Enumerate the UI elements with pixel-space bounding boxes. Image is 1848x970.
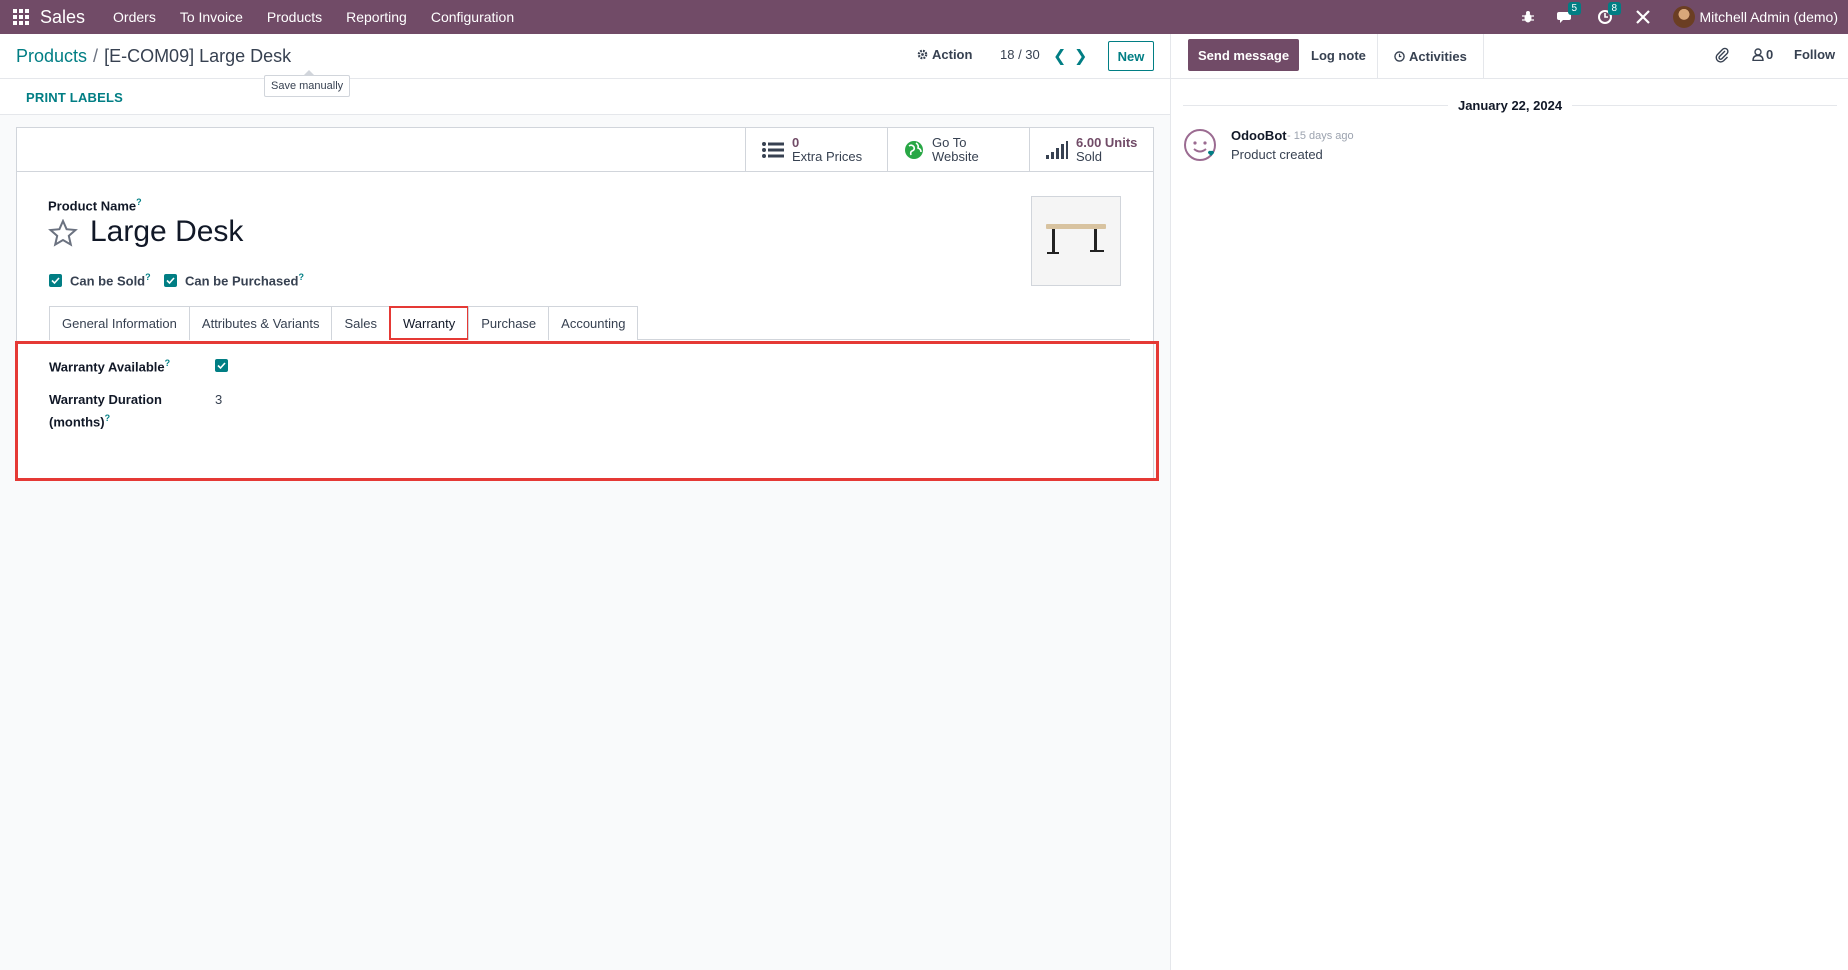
navbar-systray: 5 8 Mitchell Admin (demo) — [1521, 0, 1848, 34]
menu-products[interactable]: Products — [267, 9, 322, 25]
control-panel: Products / [E-COM09] Large Desk Action 18 … — [0, 34, 1170, 79]
pager-prev-icon[interactable]: ❮ — [1053, 46, 1066, 66]
activities-clock-icon[interactable]: 8 — [1597, 2, 1622, 25]
chatter-panel: Send message Log note Activities 0 Follo… — [1170, 34, 1848, 970]
odoobot-avatar[interactable] — [1183, 128, 1219, 167]
action-label: Action — [932, 47, 973, 62]
app-name[interactable]: Sales — [40, 7, 85, 28]
messages-icon[interactable]: 5 — [1556, 2, 1582, 25]
go-to-website-button[interactable]: Go To Website — [887, 128, 1029, 171]
extra-prices-label: Extra Prices — [792, 149, 863, 164]
warranty-available-label: Warranty Available? — [49, 358, 170, 374]
breadcrumb: Products / [E-COM09] Large Desk — [16, 46, 291, 67]
extra-prices-value: 0 — [792, 135, 800, 150]
favorite-star-icon[interactable] — [48, 218, 78, 250]
user-icon — [1752, 48, 1764, 61]
product-name-label: Product Name? — [48, 197, 142, 213]
can-be-purchased-row: Can be Purchased? — [164, 272, 304, 288]
log-note-button[interactable]: Log note — [1301, 39, 1376, 71]
warranty-available-checkbox[interactable] — [215, 359, 228, 372]
breadcrumb-products[interactable]: Products — [16, 46, 87, 66]
top-navbar: Sales Orders To Invoice Products Reporti… — [0, 0, 1848, 34]
message-time: - 15 days ago — [1287, 130, 1354, 142]
button-box: 0 Extra Prices Go To Website 6.00 Units … — [16, 127, 1154, 172]
help-mark[interactable]: ? — [105, 413, 111, 423]
messages-badge: 5 — [1567, 2, 1582, 15]
list-icon — [762, 141, 784, 158]
followers-button[interactable]: 0 — [1752, 47, 1773, 62]
chatter-topbar: Send message Log note Activities 0 Follo… — [1171, 34, 1848, 79]
globe-icon — [905, 140, 923, 159]
message-body: Product created — [1231, 147, 1323, 162]
send-message-button[interactable]: Send message — [1188, 39, 1300, 71]
help-mark[interactable]: ? — [165, 358, 171, 368]
message-author[interactable]: OdooBot — [1231, 128, 1287, 143]
paperclip-icon[interactable] — [1715, 47, 1729, 66]
help-mark[interactable]: ? — [298, 272, 304, 282]
help-mark[interactable]: ? — [136, 197, 142, 207]
save-manually-tooltip: Save manually — [264, 70, 351, 97]
sold-label: Sold — [1076, 149, 1103, 164]
tab-warranty[interactable]: Warranty — [388, 306, 470, 340]
menu-orders[interactable]: Orders — [113, 9, 156, 25]
pager-next-icon[interactable]: ❯ — [1074, 46, 1087, 66]
menu-to-invoice[interactable]: To Invoice — [180, 9, 243, 25]
print-labels-button[interactable]: PRINT LABELS — [26, 90, 123, 105]
warranty-duration-input[interactable]: 3 — [215, 392, 222, 407]
warranty-available-label-text: Warranty Available — [49, 359, 165, 375]
warranty-duration-label-line2: (months) — [49, 414, 105, 430]
pager-value[interactable]: 18 / 30 — [1000, 47, 1040, 62]
activities-badge: 8 — [1607, 2, 1622, 15]
form-statusbar: PRINT LABELS — [0, 79, 1170, 115]
can-be-sold-label-text: Can be Sold — [70, 273, 146, 289]
website-line2: Website — [932, 148, 979, 164]
can-be-sold-label: Can be Sold? — [70, 272, 151, 288]
sold-value: 6.00 Units — [1076, 135, 1138, 150]
can-be-purchased-label: Can be Purchased? — [185, 272, 304, 288]
tab-attributes-variants[interactable]: Attributes & Variants — [188, 306, 333, 340]
settings-tools-icon[interactable] — [1635, 9, 1651, 25]
activities-button[interactable]: Activities — [1377, 34, 1484, 79]
user-name[interactable]: Mitchell Admin (demo) — [1700, 9, 1839, 25]
website-line1: Go To — [932, 134, 967, 150]
breadcrumb-current: [E-COM09] Large Desk — [104, 46, 292, 66]
can-be-sold-row: Can be Sold? — [49, 272, 151, 288]
follow-button[interactable]: Follow — [1794, 47, 1835, 62]
tab-sales[interactable]: Sales — [331, 306, 390, 340]
tab-accounting[interactable]: Accounting — [548, 306, 639, 340]
tab-purchase[interactable]: Purchase — [468, 306, 550, 340]
breadcrumb-separator: / — [93, 46, 99, 66]
signal-bars-icon — [1046, 140, 1068, 159]
action-button[interactable]: Action — [917, 47, 972, 62]
warranty-page-highlight — [15, 341, 1159, 481]
gear-icon — [917, 49, 928, 60]
extra-prices-button[interactable]: 0 Extra Prices — [745, 128, 887, 171]
units-sold-button[interactable]: 6.00 Units Sold — [1029, 128, 1155, 171]
clock-icon — [1394, 51, 1405, 62]
new-button[interactable]: New — [1108, 41, 1154, 71]
warranty-duration-label-line1: Warranty Duration — [49, 392, 162, 407]
notebook-tabs: General Information Attributes & Variant… — [49, 306, 1130, 340]
message-date: January 22, 2024 — [1457, 98, 1563, 113]
menu-configuration[interactable]: Configuration — [431, 9, 514, 25]
debug-bug-icon[interactable] — [1521, 10, 1535, 24]
tab-general-information[interactable]: General Information — [49, 306, 190, 340]
product-name-label-text: Product Name — [48, 198, 137, 214]
product-name-field[interactable]: Large Desk — [90, 215, 243, 249]
can-be-purchased-checkbox[interactable] — [164, 273, 177, 287]
menu-reporting[interactable]: Reporting — [346, 9, 407, 25]
followers-count: 0 — [1766, 47, 1774, 62]
activities-label: Activities — [1409, 49, 1467, 64]
user-avatar[interactable] — [1672, 6, 1695, 28]
product-image[interactable] — [1031, 196, 1121, 286]
warranty-duration-label: Warranty Duration (months)? — [49, 391, 162, 431]
help-mark[interactable]: ? — [145, 272, 151, 282]
can-be-sold-checkbox[interactable] — [49, 273, 62, 287]
date-separator: January 22, 2024 — [1183, 98, 1837, 113]
can-be-purchased-label-text: Can be Purchased — [185, 273, 299, 289]
apps-grid-icon[interactable] — [12, 8, 30, 26]
